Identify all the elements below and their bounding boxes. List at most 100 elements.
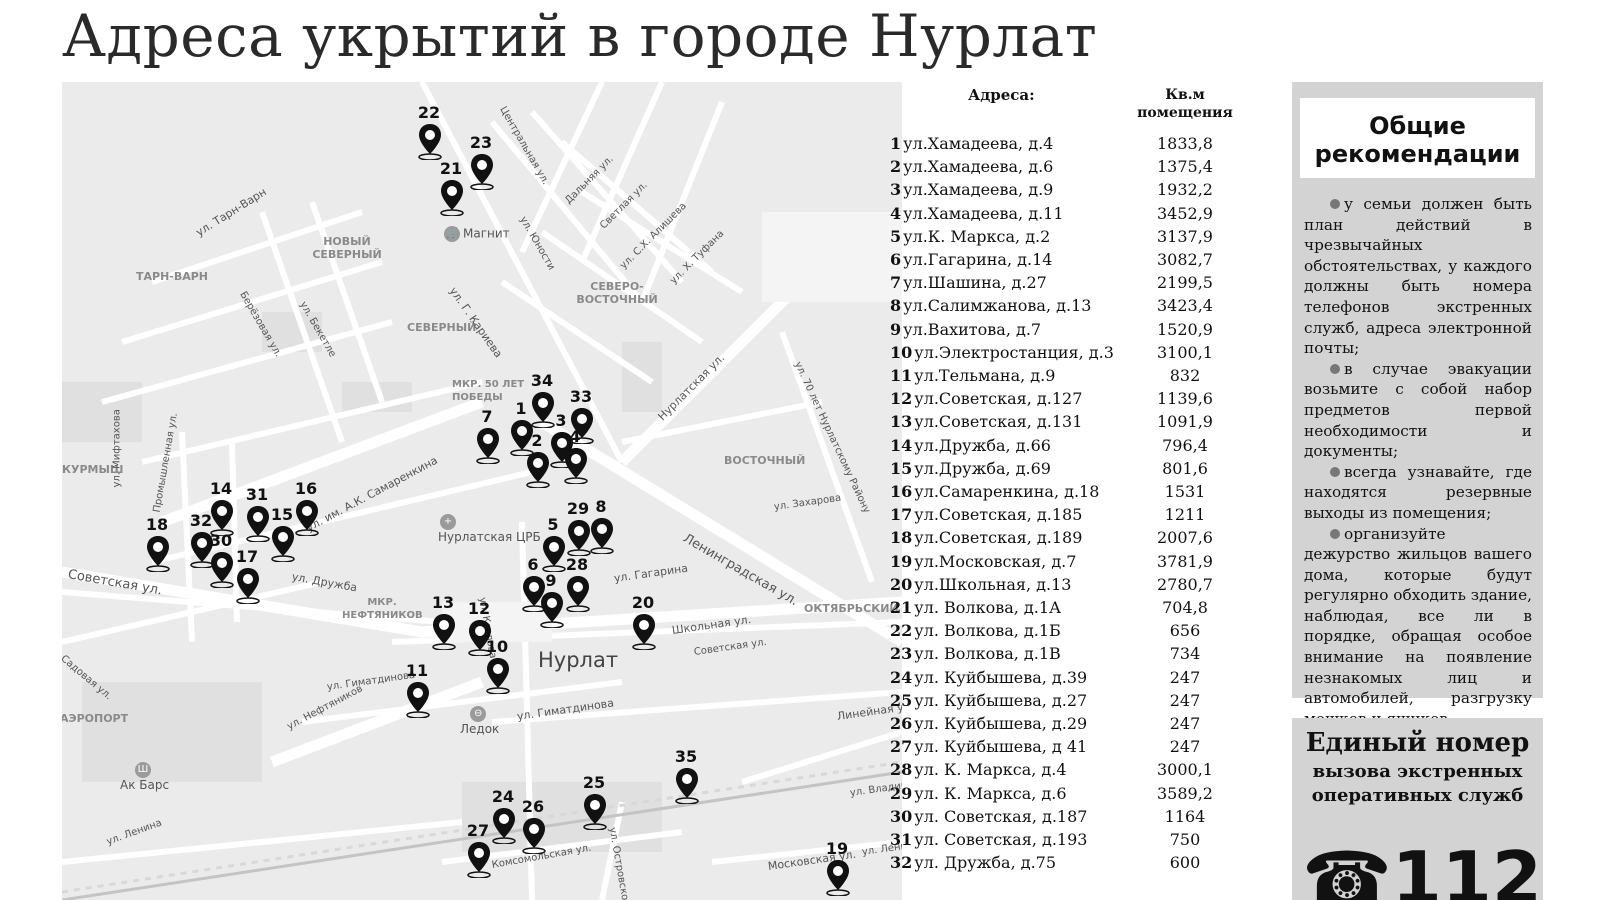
shelter-marker[interactable]: 22 (414, 104, 444, 162)
row-area: 3082,7 (1157, 250, 1213, 269)
row-number: 8 (890, 296, 902, 316)
row-address: ул.Дружба, д.66 (914, 435, 1051, 455)
row-number: 26 (890, 714, 913, 733)
row-number: 31 (890, 830, 913, 849)
shelter-marker[interactable]: 21 (436, 160, 466, 218)
shelter-marker[interactable]: 27 (463, 822, 493, 880)
shelter-marker[interactable]: 2 (522, 432, 552, 490)
marker-number: 34 (530, 371, 554, 390)
emergency-number-value: 112 (1391, 836, 1542, 900)
recommendation-item: организуйте дежурство жильцов вашего дом… (1304, 524, 1532, 730)
marker-number: 21 (439, 159, 463, 178)
shelter-marker[interactable]: 7 (472, 408, 502, 466)
bullet-icon (1330, 199, 1340, 209)
district-label: НОВЫЙ СЕВЕРНЫЙ (312, 235, 382, 261)
row-address: ул. К. Маркса, д.6 (914, 783, 1067, 803)
row-area: 600 (1169, 853, 1201, 873)
shelter-marker[interactable]: 10 (482, 638, 512, 696)
shelter-marker[interactable]: 35 (671, 748, 701, 806)
shelter-marker[interactable]: 20 (628, 594, 658, 652)
shelter-marker[interactable]: 19 (822, 840, 852, 898)
shelter-marker[interactable]: 8 (586, 498, 616, 556)
row-number: 22 (890, 621, 913, 641)
row-number: 32 (890, 853, 913, 873)
table-row: 11 ул.Тельмана, д.9 832 (890, 364, 1250, 387)
shelter-marker[interactable]: 25 (579, 774, 609, 832)
row-address: ул. Куйбышева, д.27 (914, 690, 1088, 710)
row-area: 704,8 (1162, 598, 1208, 617)
table-row: 14 ул.Дружба, д.66 796,4 (890, 434, 1250, 457)
row-address: ул. Волкова, д.1В (914, 644, 1061, 664)
row-area: 1164 (1164, 806, 1206, 826)
map-pin-icon (236, 568, 260, 604)
shelter-marker[interactable]: 17 (232, 548, 262, 606)
poi-magnit: 🛒 Магнит (444, 226, 510, 242)
marker-number: 22 (417, 103, 441, 122)
table-row: 20 ул.Школьная, д.13 2780,7 (890, 573, 1250, 596)
table-row: 26 ул. Куйбышева, д.29 247 (890, 712, 1250, 735)
row-number: 11 (890, 366, 913, 385)
row-number: 2 (890, 157, 902, 177)
poi-label: Магнит (463, 226, 510, 241)
row-address: ул. Дружба, д.75 (914, 853, 1057, 873)
marker-number: 4 (569, 427, 581, 446)
marker-number: 27 (466, 821, 490, 840)
poi-akbars: Ш Ак Барс (120, 762, 169, 792)
shelter-marker[interactable]: 9 (536, 572, 566, 630)
recommendation-text: у семьи должен быть план действий в чрез… (1304, 195, 1532, 358)
row-number: 20 (890, 574, 913, 594)
table-row: 17 ул.Советская, д.185 1211 (890, 503, 1250, 526)
city-map[interactable]: НОВЫЙ СЕВЕРНЫЙ ТАРН-ВАРН СЕВЕРНЫЙ СЕВЕРО… (62, 82, 902, 900)
marker-number: 31 (245, 485, 269, 504)
row-area: 3781,9 (1157, 551, 1213, 571)
table-row: 12 ул.Советская, д.127 1139,6 (890, 387, 1250, 410)
map-pin-icon (406, 682, 430, 718)
table-row: 19 ул.Московская, д.7 3781,9 (890, 550, 1250, 573)
shelter-marker[interactable]: 11 (402, 662, 432, 720)
table-row: 13 ул.Советская, д.131 1091,9 (890, 410, 1250, 433)
row-number: 13 (890, 412, 913, 432)
page-title: Адреса укрытий в городе Нурлат (62, 2, 1098, 70)
map-pin-icon (486, 658, 510, 694)
table-row: 16 ул.Самаренкина, д.18 1531 (890, 480, 1250, 503)
row-number: 21 (890, 598, 913, 617)
recommendation-item: всегда узнавайте, где находятся резервны… (1304, 462, 1532, 524)
row-number: 15 (890, 458, 913, 478)
row-area: 247 (1169, 690, 1201, 710)
emergency-subtitle: вызова экстренных оперативных служб (1311, 761, 1524, 806)
recommendations-panel: Общие рекомендации у семьи должен быть п… (1292, 82, 1543, 728)
emergency-panel: Единый номер вызова экстренных оперативн… (1292, 718, 1543, 900)
poi-label: Ледок (460, 722, 500, 736)
shelter-marker[interactable]: 13 (428, 594, 458, 652)
marker-number: 20 (631, 593, 655, 612)
map-pin-icon (271, 526, 295, 562)
hospital-icon: + (440, 514, 456, 530)
recommendation-item: у семьи должен быть план действий в чрез… (1304, 194, 1532, 359)
table-row: 25 ул. Куйбышева, д.27 247 (890, 689, 1250, 712)
district-label: ТАРН-ВАРН (136, 270, 209, 283)
shelter-marker[interactable]: 15 (267, 506, 297, 564)
shelter-marker[interactable]: 18 (142, 516, 172, 574)
emergency-number: ☎112 (1302, 838, 1542, 900)
shelter-marker[interactable]: 4 (560, 428, 590, 486)
table-row: 6 ул.Гагарина, д.14 3082,7 (890, 248, 1250, 271)
table-row: 2 ул.Хамадеева, д.6 1375,4 (890, 155, 1250, 178)
map-pin-icon (476, 428, 500, 464)
table-row: 31 ул. Советская, д.193 750 (890, 828, 1250, 851)
table-row: 9 ул.Вахитова, д.7 1520,9 (890, 318, 1250, 341)
marker-number: 23 (469, 133, 493, 152)
row-number: 14 (890, 435, 913, 455)
recommendation-item: в случае эвакуации возьмите с собой набо… (1304, 359, 1532, 462)
row-address: ул. Волкова, д.1А (914, 598, 1062, 617)
row-address: ул.Дружба, д.69 (914, 458, 1051, 478)
row-address: ул.Советская, д.131 (914, 412, 1083, 432)
stadium-icon: ⊖ (470, 706, 487, 722)
poi-label: Ак Барс (120, 778, 170, 792)
shelter-marker[interactable]: 26 (518, 798, 548, 856)
map-pin-icon (432, 614, 456, 650)
shop-icon: 🛒 (444, 226, 460, 242)
row-address: ул.Советская, д.127 (914, 389, 1083, 409)
marker-number: 9 (545, 571, 557, 590)
table-row: 21 ул. Волкова, д.1А 704,8 (890, 596, 1250, 619)
bullet-icon (1330, 363, 1340, 374)
